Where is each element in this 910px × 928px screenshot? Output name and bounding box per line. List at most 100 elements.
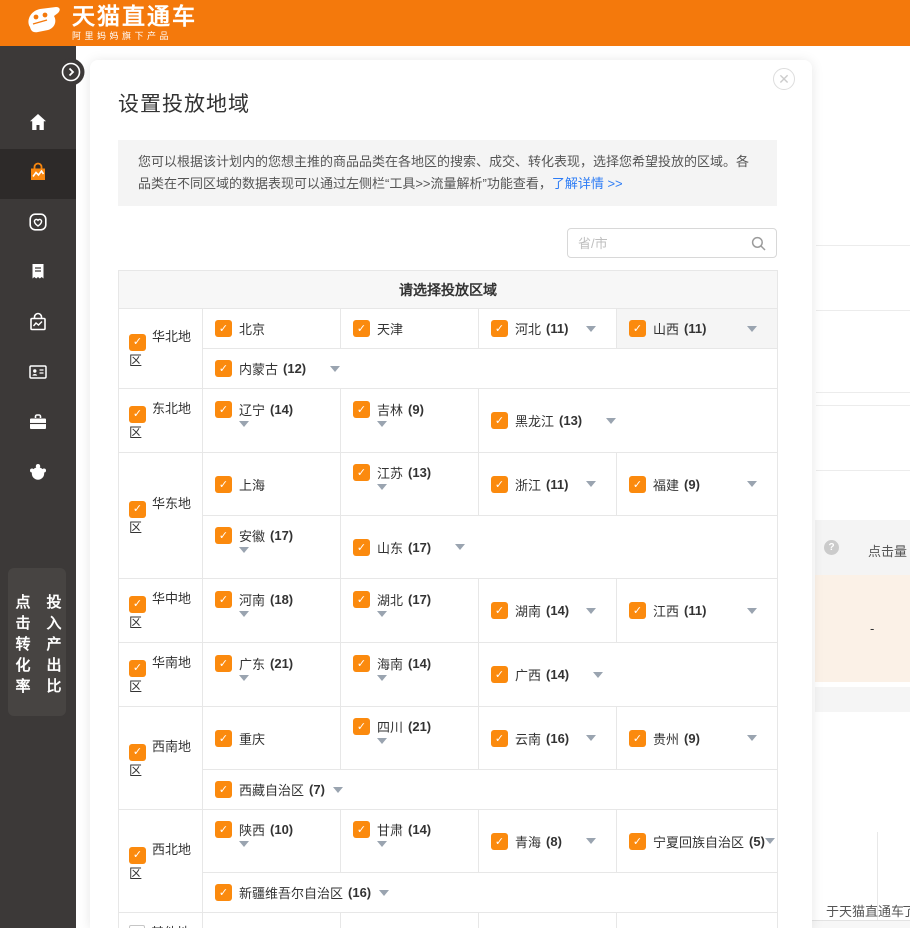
province-cell[interactable]: ✓黑龙江(13) — [479, 389, 778, 453]
chevron-down-icon[interactable] — [377, 675, 387, 696]
checkbox[interactable]: ✓ — [129, 660, 146, 677]
checkbox[interactable]: ✓ — [215, 730, 232, 747]
province-cell[interactable]: ✓海南(14) — [341, 643, 479, 707]
checkbox[interactable]: ✓ — [629, 833, 646, 850]
province-cell[interactable]: ✓广东(21) — [203, 643, 341, 707]
chevron-down-icon[interactable] — [586, 838, 596, 844]
checkbox[interactable]: ✓ — [129, 744, 146, 761]
province-cell[interactable]: ✓贵州(9) — [617, 707, 778, 770]
brand-logo[interactable]: 天猫直通车 阿里妈妈旗下产品 — [24, 4, 197, 43]
chevron-down-icon[interactable] — [330, 366, 340, 372]
chevron-down-icon[interactable] — [586, 735, 596, 741]
province-cell[interactable]: ✓云南(16) — [479, 707, 617, 770]
checkbox[interactable]: ✓ — [215, 476, 232, 493]
checkbox[interactable]: ✓ — [629, 730, 646, 747]
province-cell[interactable]: ✓广西(14) — [479, 643, 778, 707]
province-cell[interactable]: ✓上海 — [203, 453, 341, 516]
checkbox[interactable]: ✓ — [491, 412, 508, 429]
sidebar-item-briefcase[interactable] — [0, 399, 76, 449]
checkbox[interactable]: ✓ — [629, 602, 646, 619]
province-cell[interactable]: 澳门 — [479, 913, 617, 928]
checkbox[interactable]: ✓ — [353, 320, 370, 337]
region-cell[interactable]: ✓华中地区 — [119, 579, 203, 643]
checkbox[interactable]: ✓ — [215, 821, 232, 838]
chevron-down-icon[interactable] — [377, 421, 387, 442]
checkbox[interactable]: ✓ — [129, 501, 146, 518]
checkbox[interactable]: ✓ — [215, 360, 232, 377]
checkbox[interactable]: ✓ — [215, 655, 232, 672]
province-cell[interactable]: ✓重庆 — [203, 707, 341, 770]
search-input[interactable] — [568, 229, 776, 257]
sidebar-expand-button[interactable] — [57, 58, 85, 86]
chevron-down-icon[interactable] — [765, 838, 775, 844]
province-cell[interactable]: ✓江苏(13) — [341, 453, 479, 516]
region-cell[interactable]: ✓东北地区 — [119, 389, 203, 453]
checkbox[interactable]: ✓ — [353, 821, 370, 838]
province-cell[interactable]: ✓甘肃(14) — [341, 810, 479, 873]
chevron-down-icon[interactable] — [593, 672, 603, 678]
sidebar-item-user[interactable] — [0, 449, 76, 499]
region-cell[interactable]: ✓西南地区 — [119, 707, 203, 810]
info-detail-link[interactable]: 了解详情 >> — [552, 176, 623, 191]
province-cell[interactable]: ✓河南(18) — [203, 579, 341, 643]
sidebar-item-home[interactable] — [0, 99, 76, 149]
province-cell[interactable]: ✓西藏自治区(7) — [203, 770, 778, 810]
checkbox[interactable]: ✓ — [491, 602, 508, 619]
chevron-down-icon[interactable] — [377, 484, 387, 505]
province-cell[interactable]: ✓陕西(10) — [203, 810, 341, 873]
chevron-down-icon[interactable] — [747, 735, 757, 741]
province-cell[interactable]: ✓内蒙古(12) — [203, 349, 778, 389]
checkbox[interactable]: ✓ — [129, 334, 146, 351]
chevron-down-icon[interactable] — [239, 421, 249, 442]
sidebar-item-contact-card[interactable] — [0, 349, 76, 399]
chevron-down-icon[interactable] — [379, 890, 389, 896]
checkbox[interactable]: ✓ — [491, 476, 508, 493]
chevron-down-icon[interactable] — [239, 611, 249, 632]
province-cell[interactable]: ✓河北(11) — [479, 309, 617, 349]
province-cell[interactable]: ✓辽宁(14) — [203, 389, 341, 453]
checkbox[interactable]: ✓ — [129, 406, 146, 423]
checkbox[interactable]: ✓ — [215, 884, 232, 901]
chevron-down-icon[interactable] — [377, 738, 387, 759]
province-cell[interactable]: 台湾 — [203, 913, 341, 928]
chevron-down-icon[interactable] — [377, 841, 387, 862]
checkbox[interactable]: ✓ — [129, 596, 146, 613]
province-cell[interactable]: ✓四川(21) — [341, 707, 479, 770]
checkbox[interactable]: ✓ — [353, 591, 370, 608]
checkbox[interactable]: ✓ — [215, 781, 232, 798]
checkbox[interactable]: ✓ — [353, 655, 370, 672]
checkbox[interactable]: ✓ — [215, 401, 232, 418]
province-cell[interactable]: ✓江西(11) — [617, 579, 778, 643]
province-cell[interactable]: ✓湖南(14) — [479, 579, 617, 643]
sidebar-item-favorites[interactable] — [0, 199, 76, 249]
province-cell[interactable]: ✓宁夏回族自治区(5) — [617, 810, 778, 873]
checkbox[interactable]: ✓ — [491, 320, 508, 337]
chevron-down-icon[interactable] — [377, 611, 387, 632]
chevron-down-icon[interactable] — [747, 608, 757, 614]
chevron-down-icon[interactable] — [586, 608, 596, 614]
province-cell[interactable]: ✓天津 — [341, 309, 479, 349]
sidebar-item-campaign[interactable] — [0, 149, 76, 199]
province-cell[interactable]: 香港 — [341, 913, 479, 928]
chevron-down-icon[interactable] — [239, 675, 249, 696]
province-cell[interactable]: ✓北京 — [203, 309, 341, 349]
chevron-down-icon[interactable] — [455, 544, 465, 550]
province-cell[interactable]: ✓青海(8) — [479, 810, 617, 873]
checkbox[interactable]: ✓ — [129, 847, 146, 864]
province-cell[interactable]: 国外 — [617, 913, 778, 928]
checkbox[interactable]: ✓ — [353, 464, 370, 481]
checkbox[interactable]: ✓ — [629, 320, 646, 337]
checkbox[interactable]: ✓ — [353, 539, 370, 556]
region-cell[interactable]: ✓华东地区 — [119, 453, 203, 579]
chevron-down-icon[interactable] — [333, 787, 343, 793]
checkbox[interactable]: ✓ — [491, 833, 508, 850]
region-cell[interactable]: ✓华北地区 — [119, 309, 203, 389]
sidebar-item-shop[interactable] — [0, 299, 76, 349]
chevron-down-icon[interactable] — [586, 481, 596, 487]
region-cell[interactable]: ✓华南地区 — [119, 643, 203, 707]
province-cell[interactable]: ✓福建(9) — [617, 453, 778, 516]
sidebar-item-report[interactable] — [0, 249, 76, 299]
checkbox[interactable]: ✓ — [491, 730, 508, 747]
metric-roi[interactable]: 投入产出比 — [42, 594, 64, 716]
region-cell[interactable]: ✓西北地区 — [119, 810, 203, 913]
